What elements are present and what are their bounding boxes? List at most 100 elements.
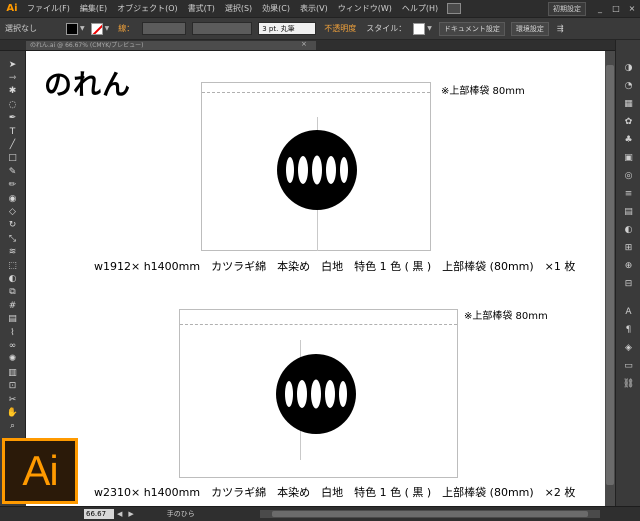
brush-definition-field[interactable]: 3 pt. 丸筆 — [258, 22, 317, 35]
artboard-icon[interactable]: ⊡ — [6, 381, 19, 393]
panel-menu-icon[interactable]: ⇶ — [557, 24, 564, 33]
layers-icon[interactable]: ◈ — [622, 342, 635, 354]
paragraph-icon[interactable]: ¶ — [622, 324, 635, 336]
stroke-swatch[interactable] — [90, 22, 103, 35]
sleeve-line-2 — [180, 324, 457, 325]
document-tab-bar: のれん.ai @ 66.67% (CMYK/プレビュー) × — [0, 40, 640, 51]
logo-text: Ai — [22, 447, 58, 494]
gradient-icon[interactable]: ▤ — [6, 314, 19, 326]
opacity-label[interactable]: 不透明度 — [324, 23, 356, 34]
style-dropdown-icon[interactable]: ▼ — [427, 25, 432, 32]
brushes-icon[interactable]: ✿ — [622, 116, 635, 128]
width-icon[interactable]: ≋ — [6, 247, 19, 259]
control-bar: 選択なし ▼ ▼ 線： 3 pt. 丸筆 不透明度 スタイル： ▼ ドキュメント… — [0, 18, 640, 40]
panel-dock: ◑ ◔ ▦ ✿ ♣ ▣ ◎ ≡ ▤ ◐ ⊞ ⊕ ⊟ A ¶ ◈ ▭ ⛓ — [615, 40, 640, 510]
menu-help[interactable]: ヘルプ(H) — [397, 3, 443, 14]
symbol-sprayer-icon[interactable]: ✺ — [6, 354, 19, 366]
graphic-styles-icon[interactable]: ▣ — [622, 152, 635, 164]
stroke-dropdown-icon[interactable]: ▼ — [105, 25, 110, 32]
minimize-button[interactable]: _ — [593, 3, 607, 15]
gradient-panel-icon[interactable]: ▤ — [622, 206, 635, 218]
menu-effect[interactable]: 効果(C) — [257, 3, 295, 14]
noren-artboard-2[interactable] — [179, 309, 458, 478]
transparency-icon[interactable]: ◐ — [622, 224, 635, 236]
character-icon[interactable]: A — [622, 306, 635, 318]
free-transform-icon[interactable]: ⬚ — [6, 260, 19, 272]
rotate-icon[interactable]: ↻ — [6, 220, 19, 232]
artboard-canvas[interactable]: のれん ※上部棒袋 80mm w1912× h1400mm カツラギ綿 本染め … — [26, 51, 605, 506]
stroke-weight-field[interactable] — [142, 22, 187, 35]
menu-bar: Ai ファイル(F) 編集(E) オブジェクト(O) 書式(T) 選択(S) 効… — [0, 0, 640, 18]
pencil-icon[interactable]: ✏ — [6, 180, 19, 192]
lasso-icon[interactable]: ◌ — [6, 99, 19, 111]
transform-icon[interactable]: ⊕ — [622, 260, 635, 272]
spec-line-2: w2310× h1400mm カツラギ綿 本染め 白地 特色 1 色 ( 黒 )… — [94, 486, 576, 499]
graph-icon[interactable]: ▥ — [6, 367, 19, 379]
direct-selection-icon[interactable]: ⇾ — [6, 72, 19, 84]
magic-wand-icon[interactable]: ✱ — [6, 86, 19, 98]
fill-dropdown-icon[interactable]: ▼ — [80, 25, 85, 32]
close-window-button[interactable]: × — [625, 3, 639, 15]
pathfinder-icon[interactable]: ⊟ — [622, 278, 635, 290]
swatches-icon[interactable]: ▦ — [622, 98, 635, 110]
artboard-next-icon[interactable]: ▶ — [128, 510, 133, 518]
color-guide-icon[interactable]: ◔ — [622, 80, 635, 92]
stroke-label[interactable]: 線： — [118, 23, 134, 34]
preferences-button[interactable]: 環境設定 — [510, 21, 549, 36]
menu-edit[interactable]: 編集(E) — [75, 3, 112, 14]
sleeve-note-2: ※上部棒袋 80mm — [464, 311, 548, 322]
color-panel-icon[interactable]: ◑ — [622, 62, 635, 74]
eyedropper-icon[interactable]: ⌇ — [6, 327, 19, 339]
maximize-button[interactable]: □ — [609, 3, 623, 15]
illustrator-logo: Ai — [2, 438, 78, 504]
close-tab-icon[interactable]: × — [301, 40, 307, 48]
align-icon[interactable]: ⊞ — [622, 242, 635, 254]
blend-icon[interactable]: ∞ — [6, 340, 19, 352]
blob-brush-icon[interactable]: ◉ — [6, 193, 19, 205]
stroke-icon[interactable]: ≡ — [622, 188, 635, 200]
document-tab[interactable]: のれん.ai @ 66.67% (CMYK/プレビュー) — [26, 41, 316, 50]
horizontal-scrollbar[interactable] — [260, 510, 600, 518]
artboards-icon[interactable]: ▭ — [622, 360, 635, 372]
mesh-icon[interactable]: # — [6, 300, 19, 312]
paintbrush-icon[interactable]: ✎ — [6, 166, 19, 178]
eraser-icon[interactable]: ◇ — [6, 206, 19, 218]
selection-status: 選択なし — [5, 24, 37, 33]
zoom-level-field[interactable]: 66.67 — [84, 509, 114, 519]
style-label: スタイル： — [366, 24, 407, 33]
noren-artboard-1[interactable] — [201, 82, 431, 251]
menu-type[interactable]: 書式(T) — [183, 3, 220, 14]
line-icon[interactable]: ╱ — [6, 139, 19, 151]
pen-icon[interactable]: ✒ — [6, 113, 19, 125]
shape-builder-icon[interactable]: ◐ — [6, 273, 19, 285]
tools-panel: ➤ ⇾ ✱ ◌ ✒ T ╱ □ ✎ ✏ ◉ ◇ ↻ ⤡ ≋ ⬚ ◐ ⧉ # ▤ ⌇ ∞ ✺ ▥ ⊡ ✂ ✋ ⌕ — [0, 51, 26, 439]
vertical-scroll-thumb[interactable] — [606, 65, 614, 485]
menu-object[interactable]: オブジェクト(O) — [112, 3, 183, 14]
links-icon[interactable]: ⛓ — [622, 378, 635, 390]
spec-line-1: w1912× h1400mm カツラギ綿 本染め 白地 特色 1 色 ( 黒 )… — [94, 260, 576, 273]
document-settings-button[interactable]: ドキュメント設定 — [438, 21, 505, 36]
vertical-scrollbar[interactable] — [605, 51, 615, 506]
scale-icon[interactable]: ⤡ — [6, 233, 19, 245]
zoom-icon[interactable]: ⌕ — [6, 421, 19, 433]
slice-icon[interactable]: ✂ — [6, 394, 19, 406]
fill-swatch[interactable] — [66, 22, 78, 35]
symbols-icon[interactable]: ♣ — [622, 134, 635, 146]
workspace-switcher[interactable]: 初期設定 — [548, 1, 586, 16]
selection-icon[interactable]: ➤ — [6, 59, 19, 71]
rectangle-icon[interactable]: □ — [6, 153, 19, 165]
page-title: のれん — [44, 68, 132, 101]
type-icon[interactable]: T — [6, 126, 19, 138]
hand-icon[interactable]: ✋ — [6, 407, 19, 419]
perspective-icon[interactable]: ⧉ — [6, 287, 19, 299]
bridge-icon[interactable] — [447, 3, 462, 14]
menu-view[interactable]: 表示(V) — [295, 3, 333, 14]
menu-select[interactable]: 選択(S) — [220, 3, 257, 14]
variable-width-field[interactable] — [192, 22, 253, 35]
appearance-icon[interactable]: ◎ — [622, 170, 635, 182]
menu-file[interactable]: ファイル(F) — [22, 3, 75, 14]
graphic-style-swatch[interactable] — [413, 22, 426, 35]
artboard-prev-icon[interactable]: ◀ — [117, 510, 122, 518]
horizontal-scroll-thumb[interactable] — [272, 511, 588, 517]
menu-window[interactable]: ウィンドウ(W) — [333, 3, 397, 14]
